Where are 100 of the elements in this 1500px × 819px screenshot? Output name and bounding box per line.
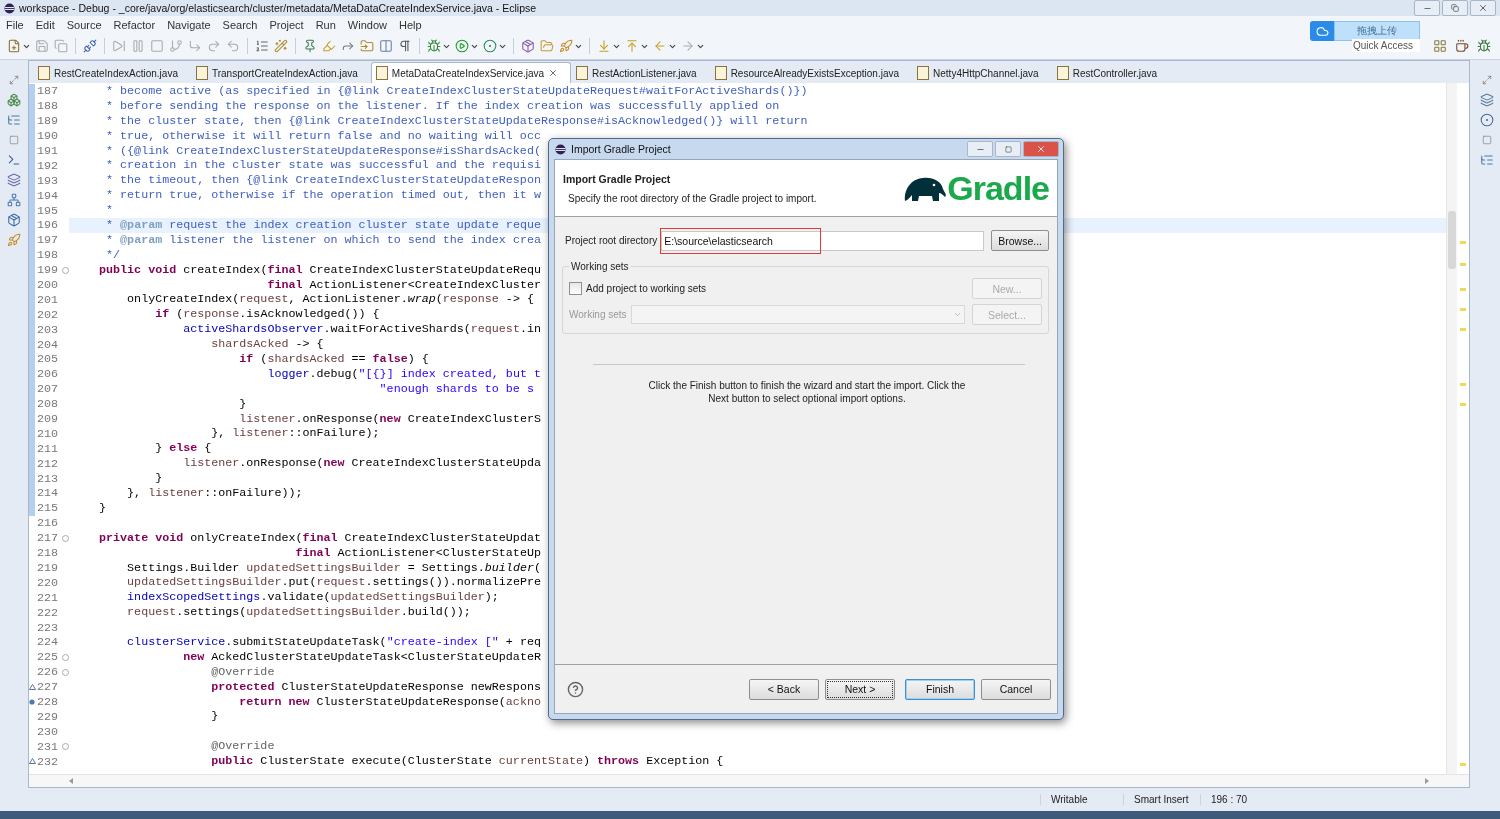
editor-tab[interactable]: RestCreateIndexAction.java	[33, 62, 191, 83]
wand-icon[interactable]	[273, 38, 289, 54]
step-over-icon[interactable]	[206, 38, 222, 54]
junit-icon[interactable]	[6, 212, 22, 228]
editor-tab[interactable]: ResourceAlreadyExistsException.java	[709, 62, 913, 83]
java-file-icon	[195, 66, 208, 80]
open-folder-icon[interactable]	[539, 38, 555, 54]
code-line: public ClusterState execute(ClusterState currentState) throws Exception {	[210, 754, 724, 769]
console-icon[interactable]	[6, 152, 22, 168]
line-number: 225	[37, 650, 60, 665]
wizard-heading: Import Gradle Project	[563, 172, 672, 185]
line-number: 214	[37, 486, 60, 501]
checkbox[interactable]	[569, 282, 582, 295]
scroll-left-icon[interactable]	[69, 778, 73, 784]
layers-icon[interactable]	[6, 172, 22, 188]
minimize-button[interactable]	[1414, 0, 1440, 16]
package-icon[interactable]	[520, 38, 536, 54]
code-line: @Override	[210, 664, 275, 680]
step-into-icon[interactable]	[187, 38, 203, 54]
java-perspective-icon[interactable]	[1454, 38, 1470, 54]
help-icon[interactable]	[567, 680, 584, 698]
wizard-button[interactable]: Finish	[905, 678, 975, 700]
minimize-button[interactable]	[967, 141, 993, 157]
run-icon[interactable]	[454, 38, 470, 54]
pause-icon[interactable]	[130, 38, 146, 54]
network-icon[interactable]	[6, 192, 22, 208]
menu-item[interactable]: Edit	[35, 18, 55, 31]
variables-icon[interactable]	[1479, 92, 1495, 108]
tree-icon[interactable]	[6, 112, 22, 128]
vertical-scrollbar[interactable]	[1446, 83, 1457, 774]
run-config-icon[interactable]	[482, 38, 498, 54]
folder-icon[interactable]	[359, 38, 375, 54]
close-button[interactable]	[1470, 0, 1496, 16]
disconnect-icon[interactable]	[168, 38, 184, 54]
line-number: 194	[37, 188, 60, 203]
line-number: 226	[37, 665, 60, 680]
checkbox-label[interactable]: Add project to working sets	[586, 283, 968, 294]
new-file-icon[interactable]	[6, 38, 22, 54]
pilcrow-icon[interactable]	[397, 38, 413, 54]
menu-item[interactable]: Help	[399, 18, 422, 31]
cloud-icon	[1310, 21, 1334, 41]
plug-icon[interactable]	[82, 38, 98, 54]
wizard-button[interactable]: < Back	[749, 678, 819, 700]
resume-icon[interactable]	[111, 38, 127, 54]
menu-item[interactable]: Project	[269, 18, 304, 31]
line-number: 200	[37, 278, 60, 292]
code-line: * ({@link CreateIndexClusterStateUpdateResponse#isShardsAcked(	[105, 143, 541, 159]
menu-item[interactable]: File	[6, 18, 24, 31]
caret-icon	[953, 310, 962, 319]
debug-perspective-icon[interactable]	[1476, 38, 1492, 54]
menu-item[interactable]: Run	[315, 18, 336, 31]
line-number: 201	[37, 292, 60, 307]
debug-view-icon[interactable]	[6, 92, 22, 108]
quick-access-field[interactable]: Quick Access	[1352, 39, 1420, 52]
java-file-icon	[375, 66, 388, 80]
editor-tab[interactable]: MetaDataCreateIndexService.java	[370, 62, 572, 83]
code-line: public void createIndex(final CreateIndexClusterStateUpdateRequ	[98, 262, 541, 278]
java-file-icon	[917, 66, 930, 80]
editor-tab[interactable]: RestActionListener.java	[571, 62, 710, 83]
outline-icon[interactable]	[1479, 152, 1495, 168]
browse-button[interactable]: Browse...	[991, 230, 1049, 251]
maximize-button[interactable]	[995, 141, 1021, 157]
code-line: } else {	[154, 441, 212, 457]
scroll-right-icon[interactable]	[1425, 778, 1429, 784]
close-icon[interactable]	[548, 68, 559, 78]
wizard-message: Click the Finish button to finish the wizard and start the import. Click the Next button to select optional import options.	[647, 379, 967, 405]
line-number: 209	[37, 412, 60, 427]
save-all-icon[interactable]	[53, 38, 69, 54]
code-line: */	[105, 247, 121, 263]
stop-icon[interactable]	[149, 38, 165, 54]
menu-item[interactable]: Window	[347, 18, 387, 31]
breakpoints-icon[interactable]	[1479, 112, 1495, 128]
dialog-title: Import Gradle Project	[571, 143, 672, 155]
wizard-button[interactable]: Cancel	[981, 678, 1051, 700]
horizontal-scrollbar[interactable]	[29, 774, 1469, 787]
close-icon	[1036, 144, 1046, 154]
maximize-button[interactable]	[1442, 0, 1468, 16]
line-number: 224	[37, 635, 60, 650]
eclipse-icon	[4, 2, 15, 14]
pin-icon[interactable]	[302, 38, 318, 54]
menu-item[interactable]: Navigate	[167, 18, 211, 31]
root-directory-field[interactable]: E:\source\elasticsearch	[661, 230, 985, 251]
step-return-icon[interactable]	[225, 38, 241, 54]
editor-tab[interactable]: RestController.java	[1051, 62, 1171, 83]
menu-item[interactable]: Source	[66, 18, 102, 31]
menu-item[interactable]: Search	[222, 18, 258, 31]
columns-icon[interactable]	[378, 38, 394, 54]
line-number: 208	[37, 397, 60, 412]
rocket-icon[interactable]	[6, 232, 22, 248]
bug-icon[interactable]	[426, 38, 442, 54]
upload-button[interactable]: 拖拽上传	[1334, 21, 1420, 41]
editor-tab[interactable]: Netty4HttpChannel.java	[912, 62, 1052, 83]
close-button[interactable]	[1023, 141, 1059, 157]
wizard-button[interactable]: Next >	[825, 678, 895, 700]
editor-tab[interactable]: TransportCreateIndexAction.java	[190, 62, 371, 83]
list-icon[interactable]	[254, 38, 270, 54]
code-line: onlyCreateIndex(request, ActionListener.wrap(response -> {	[126, 292, 534, 308]
perspective-icon[interactable]	[1432, 38, 1448, 54]
menu-item[interactable]: Refactor	[113, 18, 156, 31]
highlighter-icon[interactable]	[321, 38, 337, 54]
